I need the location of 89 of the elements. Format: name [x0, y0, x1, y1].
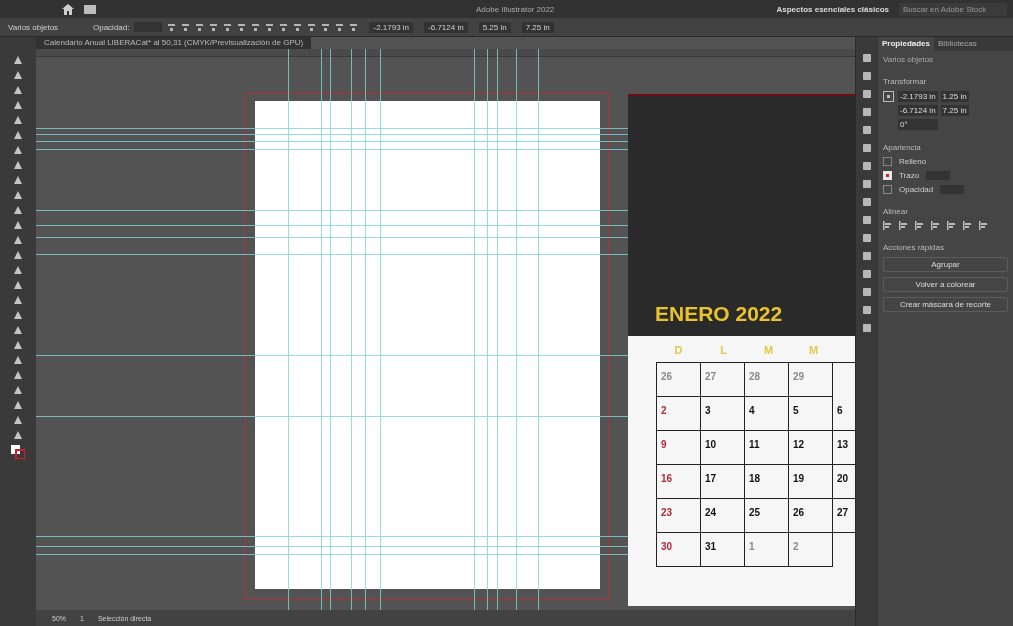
weekday-label: L: [719, 344, 728, 358]
day-number: 5: [793, 405, 799, 416]
day-number: 6: [837, 405, 843, 416]
home-icon[interactable]: [62, 3, 74, 15]
width-field[interactable]: 1.25 in: [940, 91, 969, 102]
day-number: 2: [793, 541, 799, 552]
align-icon[interactable]: [307, 22, 317, 32]
day-number: 12: [793, 439, 805, 450]
align-icon[interactable]: [223, 22, 233, 32]
x-field[interactable]: -2.1793 in: [369, 21, 414, 33]
fill-label: Relleno: [899, 157, 927, 166]
day-number: 26: [661, 371, 673, 382]
align-icon[interactable]: [167, 22, 177, 32]
align-icon[interactable]: [251, 22, 261, 32]
day-number: 16: [661, 473, 673, 484]
calendar-title: ENERO 2022: [655, 302, 784, 327]
align-icon[interactable]: [335, 22, 345, 32]
workspace-switcher[interactable]: Aspectos esenciales clásicos: [776, 4, 889, 14]
selection-label: Varios objetos: [8, 22, 60, 32]
search-field[interactable]: Buscar en Adobe Stock: [899, 2, 1007, 16]
panel-tab[interactable]: Bibliotecas: [934, 37, 981, 51]
day-number: 25: [749, 507, 761, 518]
day-number: 31: [705, 541, 717, 552]
y-field[interactable]: -6.7124 in: [424, 21, 468, 33]
opacity-icon[interactable]: [883, 185, 892, 194]
stroke-swatch-icon[interactable]: [883, 171, 892, 180]
day-number: 10: [705, 439, 717, 450]
reference-point-icon[interactable]: [883, 91, 894, 102]
align-icon[interactable]: [349, 22, 359, 32]
day-number: 2: [661, 405, 667, 416]
day-number: 29: [793, 371, 805, 382]
align-icon[interactable]: [279, 22, 289, 32]
width-field[interactable]: 5.25 in: [478, 21, 511, 33]
x-field[interactable]: -2.1793 in: [898, 91, 938, 102]
align-icon[interactable]: [237, 22, 247, 32]
day-number: 18: [749, 473, 761, 484]
weekday-label: D: [673, 344, 684, 358]
day-number: 27: [705, 371, 717, 382]
y-field[interactable]: -6.7124 in: [898, 105, 938, 116]
section-title: Apariencia: [883, 143, 922, 152]
quick-action-button[interactable]: Volver a colorear: [883, 277, 1008, 292]
day-number: 26: [793, 507, 805, 518]
fill-stroke-icon[interactable]: [11, 445, 25, 459]
height-field[interactable]: 7.25 in: [521, 21, 554, 33]
day-number: 9: [661, 439, 667, 450]
workspace-icon[interactable]: [84, 4, 96, 14]
day-number: 23: [661, 507, 673, 518]
weekday-label: M: [762, 344, 775, 358]
document-tab[interactable]: Calendario Anual LIBERACat* al 50,31 (CMYK/Previsualización de GPU): [36, 37, 312, 49]
align-icon[interactable]: [293, 22, 303, 32]
angle-field[interactable]: 0°: [898, 119, 938, 130]
day-number: 4: [749, 405, 755, 416]
quick-action-button[interactable]: Crear máscara de recorte: [883, 297, 1008, 312]
day-number: 28: [749, 371, 761, 382]
day-number: 11: [749, 439, 760, 450]
section-title: Alinear: [883, 207, 909, 216]
selection-label: Varios objetos: [883, 55, 935, 64]
align-icon[interactable]: [181, 22, 191, 32]
day-number: 20: [837, 473, 849, 484]
align-icon[interactable]: [979, 221, 988, 230]
weekday-label: M: [807, 344, 820, 358]
panel-tab[interactable]: Propiedades: [878, 37, 934, 51]
day-number: 17: [705, 473, 717, 484]
window-title: Adobe Illustrator 2022: [476, 4, 555, 14]
align-icon[interactable]: [947, 221, 956, 230]
section-title: Acciones rápidas: [883, 243, 945, 252]
day-number: 19: [793, 473, 805, 484]
stroke-label: Trazo: [899, 171, 920, 180]
opacity-label: Opacidad:: [93, 22, 130, 32]
day-number: 13: [837, 439, 849, 450]
day-number: 27: [837, 507, 849, 518]
align-icon[interactable]: [931, 221, 940, 230]
day-number: 30: [661, 541, 673, 552]
section-title: Transformar: [883, 77, 928, 86]
align-icon[interactable]: [963, 221, 972, 230]
align-icon[interactable]: [321, 22, 331, 32]
align-icon[interactable]: [915, 221, 924, 230]
align-icon[interactable]: [265, 22, 275, 32]
align-icon[interactable]: [195, 22, 205, 32]
day-number: 3: [705, 405, 711, 416]
align-icon[interactable]: [209, 22, 219, 32]
day-number: 24: [705, 507, 717, 518]
align-icon[interactable]: [883, 221, 892, 230]
opacity-label: Opacidad: [899, 185, 934, 194]
fill-icon[interactable]: [883, 157, 892, 166]
day-number: 1: [749, 541, 755, 552]
quick-action-button[interactable]: Agrupar: [883, 257, 1008, 272]
height-field[interactable]: 7.25 in: [940, 105, 969, 116]
align-icon[interactable]: [899, 221, 908, 230]
